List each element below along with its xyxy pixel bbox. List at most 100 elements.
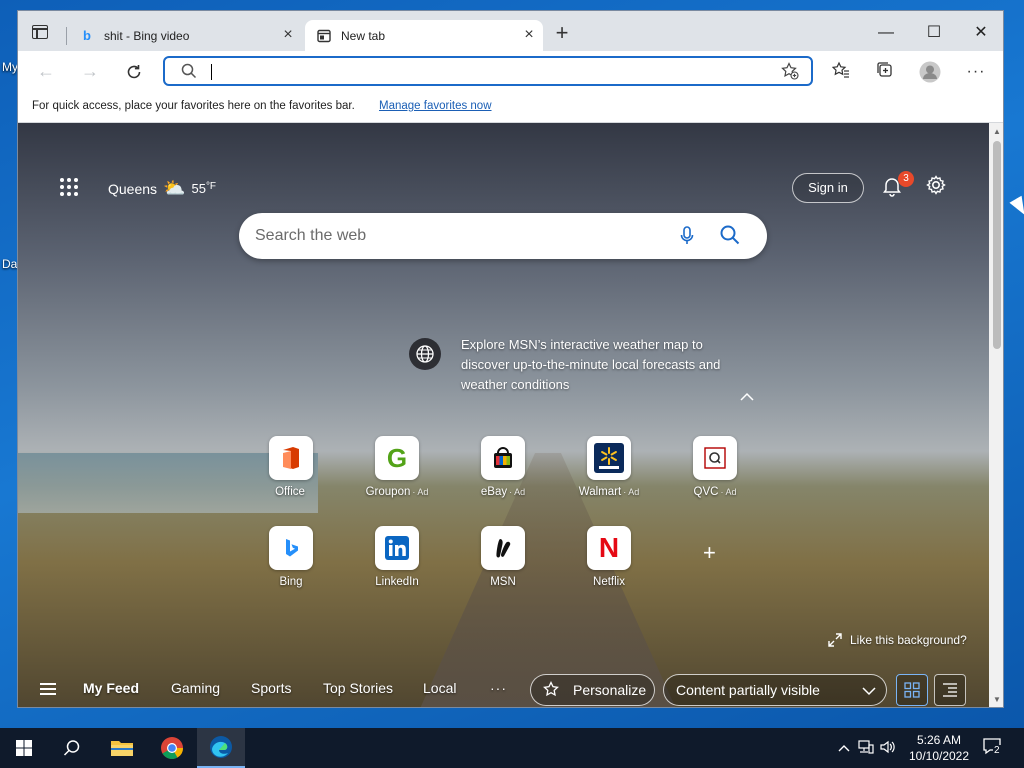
tab-bing-video[interactable]: b shit - Bing video × (68, 20, 302, 51)
star-edit-icon (543, 681, 559, 697)
chrome-icon (161, 737, 183, 759)
add-site-icon[interactable]: + (703, 540, 716, 566)
action-center-button[interactable]: 2 (982, 736, 1006, 760)
network-icon[interactable] (858, 739, 874, 757)
ad-label: · Ad (509, 487, 526, 497)
feed-tab-my-feed[interactable]: My Feed (83, 680, 139, 696)
system-tray (838, 728, 896, 768)
edge-icon (210, 736, 232, 758)
quick-link-ebay[interactable]: eBay · Ad (463, 436, 543, 498)
app-launcher-icon[interactable] (60, 178, 80, 198)
search-icon (181, 63, 197, 84)
taskbar-clock[interactable]: 5:26 AM 10/10/2022 (900, 732, 978, 764)
microphone-icon[interactable] (676, 225, 698, 247)
tile-label: Office (275, 486, 305, 498)
clock-time: 5:26 AM (916, 733, 962, 747)
ad-label: · Ad (412, 487, 429, 497)
refresh-button[interactable] (122, 60, 146, 84)
new-tab-button[interactable]: + (551, 22, 573, 45)
address-input[interactable] (209, 62, 769, 82)
like-background-button[interactable]: Like this background? (828, 633, 967, 647)
linkedin-icon (375, 526, 419, 570)
folder-icon (111, 741, 133, 756)
taskbar-file-explorer[interactable] (98, 728, 146, 768)
page-scrollbar[interactable]: ▲ ▼ (989, 123, 1003, 707)
feed-navigation: My Feed Gaming Sports Top Stories Local … (18, 668, 989, 707)
chevron-down-icon (862, 687, 876, 696)
feed-tab-gaming[interactable]: Gaming (171, 680, 220, 696)
maximize-button[interactable]: ☐ (911, 19, 957, 47)
quick-link-groupon[interactable]: G Groupon · Ad (357, 436, 437, 498)
sign-in-button[interactable]: Sign in (792, 173, 864, 203)
content-visibility-dropdown[interactable]: Content partially visible (663, 674, 887, 706)
desktop-icon-label[interactable]: Da (2, 257, 17, 271)
personalize-button[interactable]: Personalize (530, 674, 655, 706)
windows-icon (16, 740, 32, 756)
scroll-down-arrow[interactable]: ▼ (989, 693, 1003, 707)
weather-widget[interactable]: Queens ⛅ 55°F (108, 178, 216, 199)
notification-badge: 3 (898, 171, 914, 187)
scroll-thumb[interactable] (993, 141, 1001, 349)
taskbar-edge[interactable] (197, 728, 245, 768)
more-options-icon[interactable]: ··· (965, 61, 987, 83)
location-name: Queens (108, 180, 158, 197)
menu-icon[interactable] (40, 683, 56, 695)
forward-button[interactable]: → (78, 60, 102, 84)
start-button[interactable] (0, 728, 48, 768)
web-search-input[interactable] (255, 225, 675, 247)
list-view-button[interactable] (934, 674, 966, 706)
quick-link-netflix[interactable]: N Netflix (569, 526, 649, 588)
tile-label: Groupon (365, 486, 411, 498)
temperature: 55 (191, 181, 206, 196)
quick-link-linkedin[interactable]: LinkedIn (357, 526, 437, 588)
address-bar[interactable] (163, 56, 813, 86)
weather-map-promo-text[interactable]: Explore MSN’s interactive weather map to… (461, 335, 731, 395)
quick-link-bing[interactable]: Bing (251, 526, 331, 588)
volume-icon[interactable] (880, 740, 896, 757)
favorites-bar-message: For quick access, place your favorites h… (32, 100, 355, 112)
browser-window: b shit - Bing video × New tab × + — ☐ ✕ … (17, 10, 1004, 708)
desktop-icon-label[interactable]: My (2, 60, 18, 74)
tile-label: Netflix (593, 576, 625, 588)
quick-link-qvc[interactable]: QVC · Ad (675, 436, 755, 498)
search-icon[interactable] (719, 224, 743, 248)
profile-avatar[interactable] (919, 61, 941, 83)
search-icon (63, 740, 80, 756)
taskbar-search-button[interactable] (48, 728, 96, 768)
minimize-button[interactable]: — (863, 19, 909, 47)
feed-more-button[interactable]: ··· (490, 680, 507, 696)
text-caret (211, 64, 212, 80)
feed-tab-sports[interactable]: Sports (251, 680, 291, 696)
notification-count: 2 (993, 745, 1001, 756)
back-button[interactable]: ← (34, 60, 58, 84)
quick-link-walmart[interactable]: Walmart · Ad (569, 436, 649, 498)
add-favorite-icon[interactable] (781, 62, 799, 85)
tab-actions-icon[interactable] (32, 25, 48, 39)
content-visibility-value: Content partially visible (676, 682, 820, 698)
close-icon[interactable]: × (521, 27, 537, 43)
clock-date: 10/10/2022 (908, 749, 970, 763)
scroll-up-arrow[interactable]: ▲ (989, 125, 1003, 139)
globe-icon[interactable] (409, 338, 441, 370)
favorites-icon[interactable] (830, 61, 852, 83)
grid-view-button[interactable] (896, 674, 928, 706)
quick-link-msn[interactable]: MSN (463, 526, 543, 588)
chevron-up-icon[interactable] (838, 741, 850, 755)
feed-tab-top-stories[interactable]: Top Stories (323, 680, 393, 696)
quick-link-office[interactable]: Office (251, 436, 331, 498)
feed-tab-local[interactable]: Local (423, 680, 456, 696)
close-window-button[interactable]: ✕ (958, 19, 1003, 47)
netflix-icon: N (587, 526, 631, 570)
qvc-icon (693, 436, 737, 480)
tab-new-tab[interactable]: New tab × (305, 20, 543, 51)
web-search-box[interactable] (239, 213, 767, 259)
close-icon[interactable]: × (280, 27, 296, 43)
taskbar-chrome[interactable] (148, 728, 196, 768)
like-background-label: Like this background? (850, 633, 967, 647)
settings-gear-icon[interactable] (924, 174, 948, 198)
collections-icon[interactable] (874, 61, 896, 83)
tab-bar: b shit - Bing video × New tab × + — ☐ ✕ (18, 11, 1003, 51)
manage-favorites-link[interactable]: Manage favorites now (379, 100, 492, 112)
chevron-up-icon[interactable] (740, 389, 754, 405)
bing-icon (269, 526, 313, 570)
